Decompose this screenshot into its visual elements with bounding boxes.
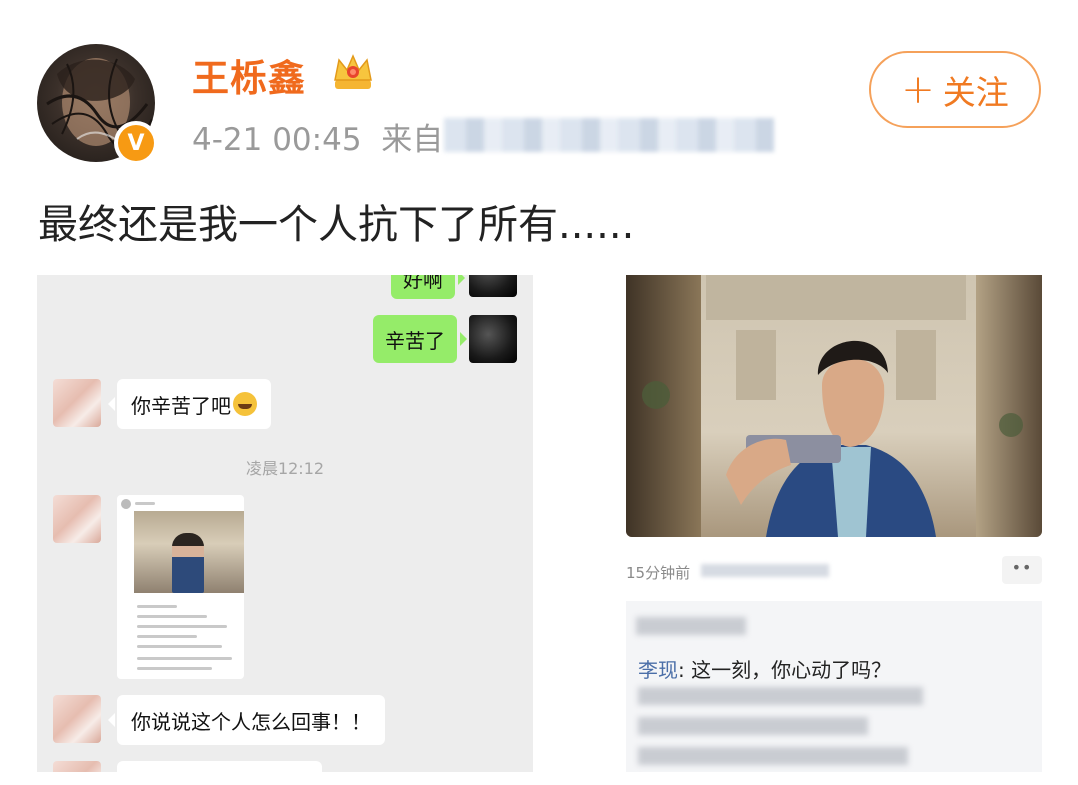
embedded-post-image[interactable]: 15分钟前 •• 李现: 这一刻，你心动了吗？ bbox=[626, 275, 1042, 772]
chat-avatar-friend bbox=[53, 695, 101, 743]
chat-avatar-friend bbox=[53, 761, 101, 772]
chat-bubble-sent: 好啊 bbox=[391, 275, 465, 299]
post-source-prefix: 来自 bbox=[381, 122, 444, 158]
chat-timestamp: 凌晨12:12 bbox=[245, 459, 325, 478]
post-meta: 4-21 00:45 来自 bbox=[192, 114, 443, 159]
chat-text-question: 你说说这个人怎么回事！！ bbox=[131, 709, 371, 734]
crown-icon bbox=[334, 54, 372, 89]
laughing-emoji-icon bbox=[233, 392, 257, 416]
embedded-comment: 李现: 这一刻，你心动了吗？ bbox=[638, 654, 891, 683]
verified-v-icon: V bbox=[118, 125, 154, 161]
author-name[interactable]: 王栎鑫 bbox=[192, 48, 306, 102]
chat-text-sent: 辛苦了 bbox=[385, 328, 445, 353]
chat-avatar-self bbox=[469, 315, 517, 363]
chat-text-reply: 你辛苦了吧 bbox=[131, 393, 231, 418]
follow-label: 关注 bbox=[942, 72, 1009, 112]
embedded-source-redacted bbox=[701, 564, 829, 577]
chat-text-top: 好啊 bbox=[403, 275, 443, 292]
chat-bubble-received: 你辛苦了吧 bbox=[108, 379, 271, 429]
post-timestamp: 4-21 00:45 bbox=[192, 122, 362, 158]
comment-author[interactable]: 李现 bbox=[638, 658, 678, 682]
chat-avatar-self bbox=[469, 275, 517, 297]
embedded-post-photo bbox=[626, 275, 1042, 537]
embedded-post-time: 15分钟前 bbox=[626, 564, 691, 582]
embedded-comments: 李现: 这一刻，你心动了吗？ bbox=[626, 601, 1042, 772]
chat-bubble-received bbox=[117, 761, 322, 772]
follow-button[interactable]: + 关注 bbox=[869, 51, 1041, 128]
shared-post-card[interactable] bbox=[117, 495, 244, 679]
shared-photo bbox=[134, 511, 244, 593]
chat-avatar-friend bbox=[53, 379, 101, 427]
verified-badge: V bbox=[114, 121, 158, 165]
chat-screenshot-image[interactable]: 好啊 辛苦了 你辛苦了吧 凌晨12:12 你说说这个人怎么回事！！ bbox=[37, 275, 533, 772]
chat-avatar-friend bbox=[53, 495, 101, 543]
comment-text: : 这一刻，你心动了吗？ bbox=[678, 658, 892, 682]
shared-avatar bbox=[121, 499, 131, 509]
post-text: 最终还是我一个人抗下了所有...... bbox=[38, 202, 635, 248]
chat-bubble-sent: 辛苦了 bbox=[373, 315, 467, 363]
plus-icon: + bbox=[901, 66, 935, 113]
more-dots-icon[interactable]: •• bbox=[1002, 556, 1042, 584]
post-source-redacted bbox=[444, 118, 774, 152]
chat-bubble-received: 你说说这个人怎么回事！！ bbox=[108, 695, 385, 745]
